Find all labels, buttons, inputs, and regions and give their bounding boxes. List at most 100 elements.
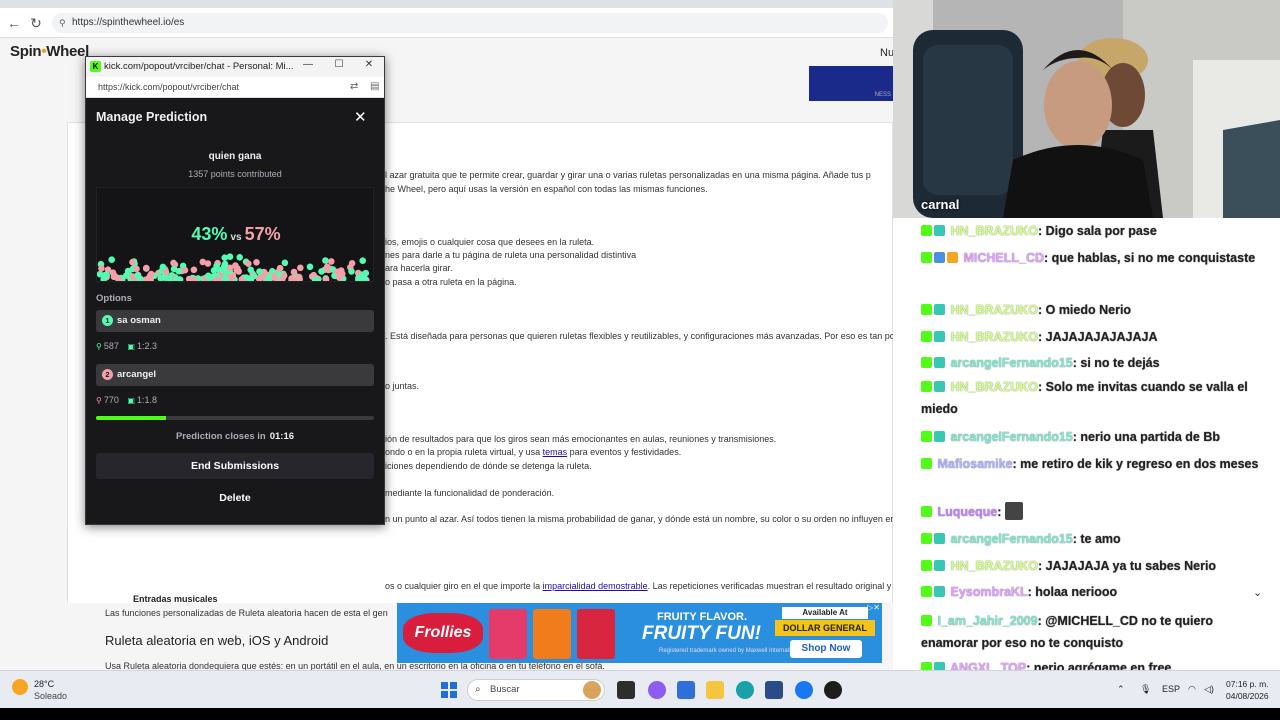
chat-badge-icon — [947, 252, 958, 263]
chat-badge-icon — [921, 304, 932, 315]
nav-item[interactable]: Nu — [880, 47, 893, 59]
temperature: 28°C — [34, 679, 55, 689]
point-dot — [108, 256, 115, 263]
point-dot — [359, 257, 367, 264]
end-submissions-button[interactable]: End Submissions — [96, 453, 374, 479]
chat-badge-icon — [934, 357, 945, 368]
close-window-icon[interactable]: ✕ — [362, 59, 376, 70]
chat-text: : nerio agrégame en free — [1026, 661, 1172, 670]
article-text-line: he Wheel, pero aquí usas la versión en e… — [385, 184, 708, 194]
language-indicator[interactable]: ESP — [1162, 684, 1180, 694]
chat-username[interactable]: Luqueque — [937, 505, 997, 519]
point-dot — [134, 272, 141, 279]
taskbar-clock[interactable]: 07:16 p. m. 04/08/2026 — [1226, 678, 1269, 702]
imparcialidad-link[interactable]: imparcialidad demostrable — [543, 581, 648, 591]
obs-icon[interactable] — [824, 681, 842, 699]
closes-label: Prediction closes in — [175, 431, 266, 442]
chat-message: I_am_Jahir_2009: @MICHELL_CD no te quier… — [921, 610, 1271, 654]
manage-prediction-panel: Manage Prediction ✕ quien gana 1357 poin… — [86, 98, 384, 524]
article-text-line: iciones dependiendo de dónde se detenga … — [385, 461, 592, 471]
browser-tab-strip[interactable] — [0, 0, 893, 8]
point-dot — [290, 268, 298, 276]
chat-badge-icon — [921, 357, 932, 368]
chat-username[interactable]: HN_BRAZUKO — [950, 559, 1038, 573]
chat-badge-icon — [921, 506, 932, 517]
option-1-stats: ⚲ 587 ▣ 1:2.3 — [96, 341, 157, 351]
store-icon[interactable] — [765, 681, 783, 699]
vs-label: vs — [230, 232, 242, 243]
ad-product-packs — [489, 609, 617, 659]
microphone-icon[interactable]: 🎙 — [1140, 684, 1151, 695]
point-dot — [297, 264, 304, 272]
text-span: os o cualquier giro en el que importe la — [385, 581, 543, 591]
chat-username[interactable]: MICHELL_CD — [963, 251, 1044, 265]
back-arrow-icon[interactable]: ← — [6, 15, 22, 31]
chat-username[interactable]: arcangelFernando15 — [950, 532, 1072, 546]
point-dot — [204, 260, 212, 267]
shop-now-button[interactable]: Shop Now — [790, 640, 862, 658]
chat-username[interactable]: HN_BRAZUKO — [950, 330, 1038, 344]
chat-username[interactable]: ANGXL_TOP — [950, 661, 1026, 670]
chevron-down-icon[interactable]: ⌄ — [1253, 586, 1262, 599]
popup-address-bar[interactable]: https://kick.com/popout/vrciber/chat ⇄ ▤ — [86, 77, 384, 98]
widget-icon[interactable] — [583, 681, 601, 699]
chat-username[interactable]: HN_BRAZUKO — [950, 380, 1038, 394]
ad-slogan-2: FRUITY FUN! — [642, 623, 761, 644]
weather-condition: Soleado — [34, 691, 68, 701]
option-1-row[interactable]: 1 sa osman — [96, 310, 374, 332]
temas-link[interactable]: temas — [543, 447, 568, 457]
article-text-line: ión de resultados para que los giros sea… — [385, 434, 777, 444]
chat-text: : holaa neriooo — [1027, 585, 1118, 599]
outlook-icon[interactable] — [677, 681, 695, 699]
text-span: para eventos y festividades. — [567, 447, 682, 457]
point-dot — [256, 268, 263, 275]
popup-titlebar[interactable]: K kick.com/popout/vrciber/chat - Persona… — [86, 57, 384, 77]
site-logo[interactable]: Spin•Wheel — [10, 43, 89, 60]
point-dot — [250, 272, 258, 280]
option-2-row[interactable]: 2 arcangel — [96, 364, 374, 386]
chat-username[interactable]: arcangelFernando15 — [950, 356, 1072, 370]
chat-username[interactable]: EysombraKL — [950, 585, 1027, 599]
chat-message: arcangelFernando15: te amo — [921, 528, 1271, 550]
point-dot — [236, 254, 243, 261]
minimize-icon[interactable]: — — [301, 59, 315, 70]
chat-username[interactable]: arcangelFernando15 — [950, 430, 1072, 444]
tray-overflow-icon[interactable]: ⌃ — [1117, 684, 1125, 695]
delete-button[interactable]: Delete — [96, 485, 374, 511]
edge-icon[interactable] — [736, 681, 754, 699]
close-icon[interactable]: ✕ — [354, 108, 367, 126]
point-dot — [157, 274, 164, 281]
windows-start-icon[interactable] — [441, 682, 457, 698]
popup-window-title: kick.com/popout/vrciber/chat - Personal:… — [104, 61, 294, 72]
ad-close-icon[interactable]: ▷✕ — [867, 603, 880, 612]
frollies-ad[interactable]: Frollies FRUITY FLAVOR. FRUITY FUN! Regi… — [397, 603, 882, 663]
banner-ad[interactable]: NESS — [809, 66, 893, 101]
chat-username[interactable]: Mafiosamike — [937, 457, 1012, 471]
chat-text: : — [997, 505, 1002, 519]
chat-message: arcangelFernando15: si no te dejás — [921, 352, 1271, 374]
file-explorer-icon[interactable] — [706, 681, 724, 699]
maximize-icon[interactable]: ☐ — [332, 59, 346, 70]
page-icon[interactable]: ▤ — [370, 81, 379, 92]
chat-username[interactable]: HN_BRAZUKO — [950, 224, 1038, 238]
logo-part-b: Wheel — [46, 43, 89, 60]
translate-icon[interactable]: ⇄ — [350, 81, 358, 92]
chat-username[interactable]: I_am_Jahir_2009 — [937, 614, 1037, 628]
reload-icon[interactable]: ↻ — [28, 15, 44, 31]
point-dot — [336, 274, 343, 281]
address-bar[interactable]: ⚲ https://spinthewheel.io/es — [52, 13, 888, 33]
volume-icon[interactable]: ◁) — [1204, 684, 1214, 695]
copilot-icon[interactable] — [648, 681, 666, 699]
chat-text: : me retiro de kik y regreso en dos mese… — [1012, 457, 1259, 471]
wifi-icon[interactable]: ◠ — [1188, 684, 1196, 695]
task-view-icon[interactable] — [617, 681, 635, 699]
chat-text: : si no te dejás — [1072, 356, 1160, 370]
article-text-line: mediante la funcionalidad de ponderación… — [385, 488, 555, 498]
features-text: Las funciones personalizadas de Ruleta a… — [105, 608, 388, 618]
ad-brand-logo: Frollies — [403, 613, 483, 653]
article-text-line: o juntas. — [385, 381, 420, 391]
article-text-line: o pasa a otra ruleta en la página. — [385, 277, 517, 287]
chat-username[interactable]: HN_BRAZUKO — [950, 303, 1038, 317]
chat-message: HN_BRAZUKO: JAJAJAJA ya tu sabes Nerio — [921, 555, 1271, 577]
facebook-icon[interactable] — [795, 681, 813, 699]
